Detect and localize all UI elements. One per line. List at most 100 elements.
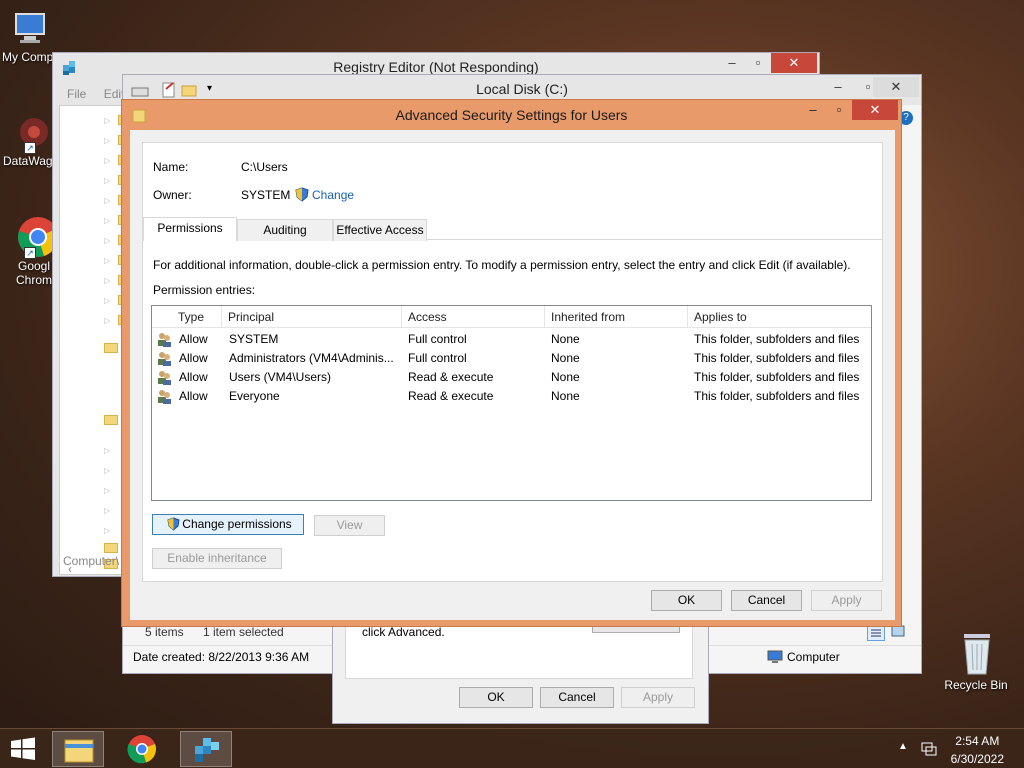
- details-view-button[interactable]: [867, 625, 885, 641]
- entry-inherited-from: None: [551, 370, 580, 384]
- entry-type: Allow: [179, 389, 208, 403]
- network-icon[interactable]: [920, 739, 938, 760]
- desktop-icon-recycle-bin[interactable]: Recycle Bin: [940, 630, 1012, 692]
- users-icon: [156, 332, 172, 347]
- tree-expand-icon[interactable]: ▷: [104, 256, 110, 265]
- registry-menu-bar: File Edit: [67, 87, 124, 101]
- ok-button[interactable]: OK: [459, 687, 533, 708]
- column-inherited-from[interactable]: Inherited from: [545, 306, 688, 328]
- taskbar-clock[interactable]: 2:54 AM 6/30/2022: [951, 734, 1004, 767]
- clock-time: 2:54 AM: [955, 734, 1000, 748]
- tree-expand-icon[interactable]: ▷: [104, 526, 110, 535]
- entry-applies-to: This folder, subfolders and files: [694, 351, 860, 365]
- tree-expand-icon[interactable]: ▷: [104, 276, 110, 285]
- permission-entry-row[interactable]: Allow Everyone Read & execute None This …: [152, 387, 871, 406]
- desktop-icon-label: Recycle Bin: [944, 678, 1008, 692]
- close-button[interactable]: ✕: [873, 77, 919, 97]
- advanced-security-dialog[interactable]: Advanced Security Settings for Users – ▫…: [121, 99, 902, 627]
- computer-icon: [767, 650, 783, 667]
- desktop-icon-datawag[interactable]: ↗ DataWag: [0, 112, 60, 168]
- dialog-title: Advanced Security Settings for Users: [395, 107, 628, 123]
- datawag-icon: ↗: [10, 112, 50, 154]
- tree-expand-icon[interactable]: ▷: [104, 116, 110, 125]
- tree-expand-icon[interactable]: ▷: [104, 466, 110, 475]
- clock-date: 6/30/2022: [950, 752, 1004, 766]
- change-owner-link[interactable]: Change: [312, 188, 354, 202]
- permission-entries-list[interactable]: Type Principal Access Inherited from App…: [151, 305, 872, 501]
- entry-type: Allow: [179, 332, 208, 346]
- selection-count: 1 item selected: [203, 625, 284, 639]
- cancel-button[interactable]: Cancel: [731, 590, 802, 611]
- close-button[interactable]: ✕: [771, 53, 817, 73]
- apply-button[interactable]: Apply: [621, 687, 695, 708]
- permission-entries-label: Permission entries:: [153, 283, 256, 297]
- recycle-bin-icon: [956, 630, 996, 675]
- chrome-icon: [127, 735, 156, 764]
- entry-access: Read & execute: [408, 389, 494, 403]
- entry-type: Allow: [179, 370, 208, 384]
- minimize-button[interactable]: –: [800, 100, 826, 120]
- show-hidden-icons-button[interactable]: ▲: [898, 741, 908, 752]
- entry-access: Read & execute: [408, 370, 494, 384]
- tab-effective-access[interactable]: Effective Access: [333, 219, 427, 241]
- tree-expand-icon[interactable]: ▷: [104, 156, 110, 165]
- enable-inheritance-button[interactable]: Enable inheritance: [152, 548, 282, 569]
- tree-expand-icon[interactable]: ▷: [104, 236, 110, 245]
- item-count: 5 items: [145, 625, 184, 639]
- maximize-button[interactable]: ▫: [745, 53, 771, 73]
- security-panel: Name: C:\Users Owner: SYSTEM Change Perm…: [142, 142, 883, 582]
- apply-button[interactable]: Apply: [811, 590, 882, 611]
- tree-expand-icon[interactable]: ▷: [104, 506, 110, 515]
- taskbar-file-explorer[interactable]: [52, 731, 104, 767]
- tab-auditing[interactable]: Auditing: [237, 219, 333, 241]
- column-principal[interactable]: Principal: [222, 306, 402, 328]
- column-type[interactable]: Type: [172, 306, 222, 328]
- cancel-button[interactable]: Cancel: [540, 687, 614, 708]
- owner-value: SYSTEM: [241, 188, 291, 202]
- folder-icon: [104, 343, 118, 353]
- close-button[interactable]: ✕: [852, 100, 898, 120]
- desktop-icon-label: My Comp: [2, 50, 54, 64]
- uac-shield-icon: [167, 517, 180, 537]
- entry-applies-to: This folder, subfolders and files: [694, 332, 860, 346]
- tree-expand-icon[interactable]: ▷: [104, 316, 110, 325]
- menu-file[interactable]: File: [67, 87, 86, 101]
- change-permissions-button[interactable]: Change permissions: [152, 514, 304, 535]
- name-label: Name:: [153, 160, 189, 174]
- registry-editor-title: Registry Editor (Not Responding): [333, 59, 539, 75]
- entry-principal: Administrators (VM4\Adminis...: [229, 351, 394, 365]
- location-label: Computer: [787, 650, 840, 664]
- large-icons-view-button[interactable]: [891, 625, 907, 641]
- minimize-button[interactable]: –: [823, 77, 853, 97]
- permission-entry-row[interactable]: Allow Users (VM4\Users) Read & execute N…: [152, 368, 871, 387]
- computer-icon: [10, 8, 50, 48]
- desktop-icon-label: DataWag: [3, 154, 53, 168]
- tab-permissions[interactable]: Permissions: [143, 217, 237, 241]
- column-access[interactable]: Access: [402, 306, 545, 328]
- maximize-button[interactable]: ▫: [826, 100, 852, 120]
- folder-icon: [104, 415, 118, 425]
- entry-applies-to: This folder, subfolders and files: [694, 389, 860, 403]
- minimize-button[interactable]: –: [719, 53, 745, 73]
- dialog-titlebar[interactable]: Advanced Security Settings for Users – ▫…: [122, 100, 901, 130]
- tree-expand-icon[interactable]: ▷: [104, 216, 110, 225]
- taskbar-registry-editor[interactable]: [180, 731, 232, 767]
- taskbar-chrome[interactable]: [116, 731, 168, 767]
- tree-expand-icon[interactable]: ▷: [104, 296, 110, 305]
- tree-expand-icon[interactable]: ▷: [104, 486, 110, 495]
- ok-button[interactable]: OK: [651, 590, 722, 611]
- permission-entry-row[interactable]: Allow SYSTEM Full control None This fold…: [152, 330, 871, 349]
- info-text: For additional information, double-click…: [153, 258, 851, 272]
- shortcut-arrow-icon: ↗: [24, 247, 36, 259]
- permission-entry-row[interactable]: Allow Administrators (VM4\Adminis... Ful…: [152, 349, 871, 368]
- tree-expand-icon[interactable]: ▷: [104, 136, 110, 145]
- desktop-icon-my-computer[interactable]: My Comp: [0, 8, 60, 64]
- tree-expand-icon[interactable]: ▷: [104, 446, 110, 455]
- tree-expand-icon[interactable]: ▷: [104, 176, 110, 185]
- start-button[interactable]: [8, 735, 40, 763]
- column-applies-to[interactable]: Applies to: [688, 306, 872, 328]
- tree-expand-icon[interactable]: ▷: [104, 196, 110, 205]
- chrome-icon: ↗: [16, 215, 58, 259]
- view-button[interactable]: View: [314, 515, 385, 536]
- registry-status-bar: Computer\: [63, 554, 120, 568]
